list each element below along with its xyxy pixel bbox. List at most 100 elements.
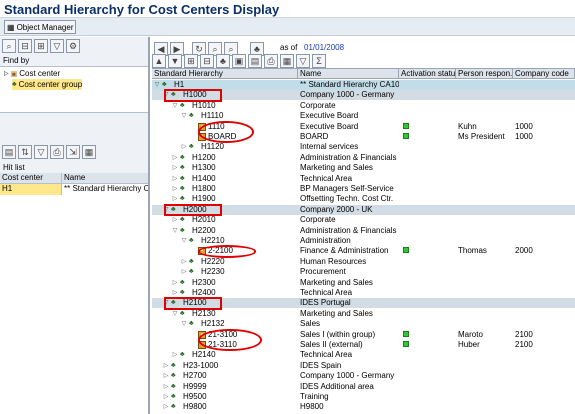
tree-row[interactable]: ▷ ♣ H1300 Marketing and Sales: [152, 163, 575, 173]
tree-row[interactable]: ▷ ♣ H9999 IDES Additional area: [152, 382, 575, 392]
tree-node-label[interactable]: H1200: [192, 153, 216, 163]
tree-row[interactable]: ▷ ♣ H2230 Procurement: [152, 267, 575, 277]
expand-arrow-icon[interactable]: ▷: [181, 257, 187, 267]
tree-node-label[interactable]: H1300: [192, 163, 216, 173]
tree-row[interactable]: ▷ ♣ H2700 Company 1000 - Germany: [152, 371, 575, 381]
column-company-code[interactable]: Company code: [513, 69, 575, 78]
expand-arrow-icon[interactable]: ▷: [172, 288, 178, 298]
expand-arrow-icon[interactable]: ▷: [181, 267, 187, 277]
find-item-cost-center[interactable]: ▷ ▣ Cost center: [4, 68, 60, 79]
column-activation-status[interactable]: Activation status: [399, 69, 456, 78]
tree-row[interactable]: ▽ ♣ H1 ** Standard Hierarchy CA1000: [152, 80, 575, 90]
expand-arrow-icon[interactable]: ▷: [172, 153, 178, 163]
tree-row[interactable]: ▷ ♣ H1800 BP Managers Self-Service: [152, 184, 575, 194]
tree-row[interactable]: ▷ ♣ H9800 H9800: [152, 402, 575, 412]
column-standard-hierarchy[interactable]: Standard Hierarchy: [152, 69, 298, 78]
tree-node-label[interactable]: H2130: [192, 309, 216, 319]
tree-row[interactable]: ▪ 1110 Executive Board Kuhn 1000: [152, 122, 575, 132]
move-up-icon[interactable]: ▲: [152, 54, 166, 68]
tree-row[interactable]: ▽ ♣ H2132 Sales: [152, 319, 575, 329]
collapse-arrow-icon[interactable]: ▽: [172, 101, 178, 111]
tree-row[interactable]: ▷ ♣ H2220 Human Resources: [152, 257, 575, 267]
tree-row[interactable]: ▪ 21-3110 Sales II (external) Huber 2100: [152, 340, 575, 350]
tree-node-label[interactable]: H1120: [201, 142, 224, 152]
collapse-arrow-icon[interactable]: ▽: [172, 309, 178, 319]
tree-node-label[interactable]: H1010: [192, 101, 216, 111]
column-person-responsible[interactable]: Person respon...: [456, 69, 513, 78]
collapse-arrow-icon[interactable]: ▽: [172, 226, 178, 236]
tree-node-label[interactable]: H23-1000: [183, 361, 218, 371]
expand-arrow-icon[interactable]: ▷: [163, 361, 169, 371]
print-icon[interactable]: ⎙: [50, 145, 64, 159]
tree-row[interactable]: ▽ ♣ H1110 Executive Board: [152, 111, 575, 121]
tree-node-label[interactable]: 1110: [208, 122, 225, 132]
tree-node-label[interactable]: H2100: [183, 298, 207, 308]
expand-arrow-icon[interactable]: ▷: [172, 278, 178, 288]
as-of-date[interactable]: 01/01/2008: [304, 43, 344, 52]
object-manager-button[interactable]: ▦ Object Manager: [4, 20, 76, 34]
expand-arrow-icon[interactable]: ▷: [172, 184, 178, 194]
filter-icon[interactable]: ▽: [34, 145, 48, 159]
tree-node-label[interactable]: H2400: [192, 288, 216, 298]
tree-row[interactable]: ▷ ♣ H2300 Marketing and Sales: [152, 278, 575, 288]
collapse-arrow-icon[interactable]: ▽: [181, 236, 187, 246]
print-icon[interactable]: ⎙: [264, 54, 278, 68]
tree-node-label[interactable]: H9999: [183, 382, 207, 392]
collapse-arrow-icon[interactable]: ▽: [163, 298, 169, 308]
tree-node-label[interactable]: 21-3100: [208, 330, 237, 340]
expand-arrow-icon[interactable]: ▷: [172, 163, 178, 173]
expand-icon[interactable]: ⊞: [34, 39, 48, 53]
column-name[interactable]: Name: [298, 69, 399, 78]
expand-arrow-icon[interactable]: ▷: [163, 371, 169, 381]
tree-node-label[interactable]: H1: [174, 80, 184, 90]
tree-node-label[interactable]: H2200: [192, 226, 216, 236]
tree-row[interactable]: ▷ ♣ H1900 Offsetting Techn. Cost Ctr.: [152, 194, 575, 204]
collapse-arrow-icon[interactable]: ▽: [163, 90, 169, 100]
hit-list-row[interactable]: H1 ** Standard Hierarchy CA1000: [0, 184, 148, 195]
tree-node-label[interactable]: H9500: [183, 392, 207, 402]
tree-row[interactable]: ▪ 2-2100 Finance & Administration Thomas 200…: [152, 246, 575, 256]
tree-node-label[interactable]: H2230: [201, 267, 225, 277]
tree-node-label[interactable]: H2210: [201, 236, 225, 246]
tree-node-label[interactable]: H2010: [192, 215, 216, 225]
tree-row[interactable]: ▽ ♣ H2130 Marketing and Sales: [152, 309, 575, 319]
tree-row[interactable]: ▷ ♣ H1120 Internal services: [152, 142, 575, 152]
tree-node-label[interactable]: 21-3110: [208, 340, 237, 350]
tree-node-label[interactable]: H1800: [192, 184, 216, 194]
expand-arrow-icon[interactable]: ▷: [172, 215, 178, 225]
tree-row[interactable]: ▽ ♣ H1000 Company 1000 - Germany: [152, 90, 575, 101]
detail-icon[interactable]: ▤: [2, 145, 16, 159]
find-icon[interactable]: ⌕: [2, 39, 16, 53]
tree-node-label[interactable]: H2220: [201, 257, 225, 267]
tree-row[interactable]: ▽ ♣ H2100 IDES Portugal: [152, 298, 575, 309]
tree-node-label[interactable]: H2000: [183, 205, 207, 215]
tree-row[interactable]: ▷ ♣ H1200 Administration & Financials: [152, 153, 575, 163]
tree-row[interactable]: ▷ ♣ H2140 Technical Area: [152, 350, 575, 360]
collapse-arrow-icon[interactable]: ▽: [163, 205, 169, 215]
collapse-arrow-icon[interactable]: ▽: [181, 319, 187, 329]
tree-row[interactable]: ▽ ♣ H2210 Administration: [152, 236, 575, 246]
tree-node-label[interactable]: 2-2100: [208, 246, 233, 256]
tree-node-label[interactable]: H2140: [192, 350, 216, 360]
tree-row[interactable]: ▷ ♣ H1400 Technical Area: [152, 174, 575, 184]
tree-row[interactable]: ▪ 21-3100 Sales I (within group) Maroto 2100: [152, 330, 575, 340]
collapse-all-icon[interactable]: ⊟: [200, 54, 214, 68]
tree-row[interactable]: ▷ ♣ H2400 Technical Area: [152, 288, 575, 298]
cost-center-icon[interactable]: ▣: [232, 54, 246, 68]
group-icon[interactable]: ♣: [216, 54, 230, 68]
find-item-cost-center-group[interactable]: ♣ Cost center group: [12, 79, 83, 90]
tree-node-label[interactable]: H1000: [183, 90, 207, 100]
expand-arrow-icon[interactable]: ▷: [172, 174, 178, 184]
expand-all-icon[interactable]: ⊞: [184, 54, 198, 68]
tree-row[interactable]: ▪ BOARD BOARD Ms President 1000: [152, 132, 575, 142]
tree-row[interactable]: ▷ ♣ H9500 Training: [152, 392, 575, 402]
detail-icon[interactable]: ▤: [248, 54, 262, 68]
layout-icon[interactable]: ▦: [82, 145, 96, 159]
tree-row[interactable]: ▽ ♣ H2200 Administration & Financials: [152, 226, 575, 236]
export-icon[interactable]: ⇲: [66, 145, 80, 159]
tree-node-label[interactable]: H1900: [192, 194, 216, 204]
tree-row[interactable]: ▽ ♣ H1010 Corporate: [152, 101, 575, 111]
tree-node-label[interactable]: H1110: [201, 111, 223, 121]
move-down-icon[interactable]: ▼: [168, 54, 182, 68]
tree-node-label[interactable]: H1400: [192, 174, 216, 184]
